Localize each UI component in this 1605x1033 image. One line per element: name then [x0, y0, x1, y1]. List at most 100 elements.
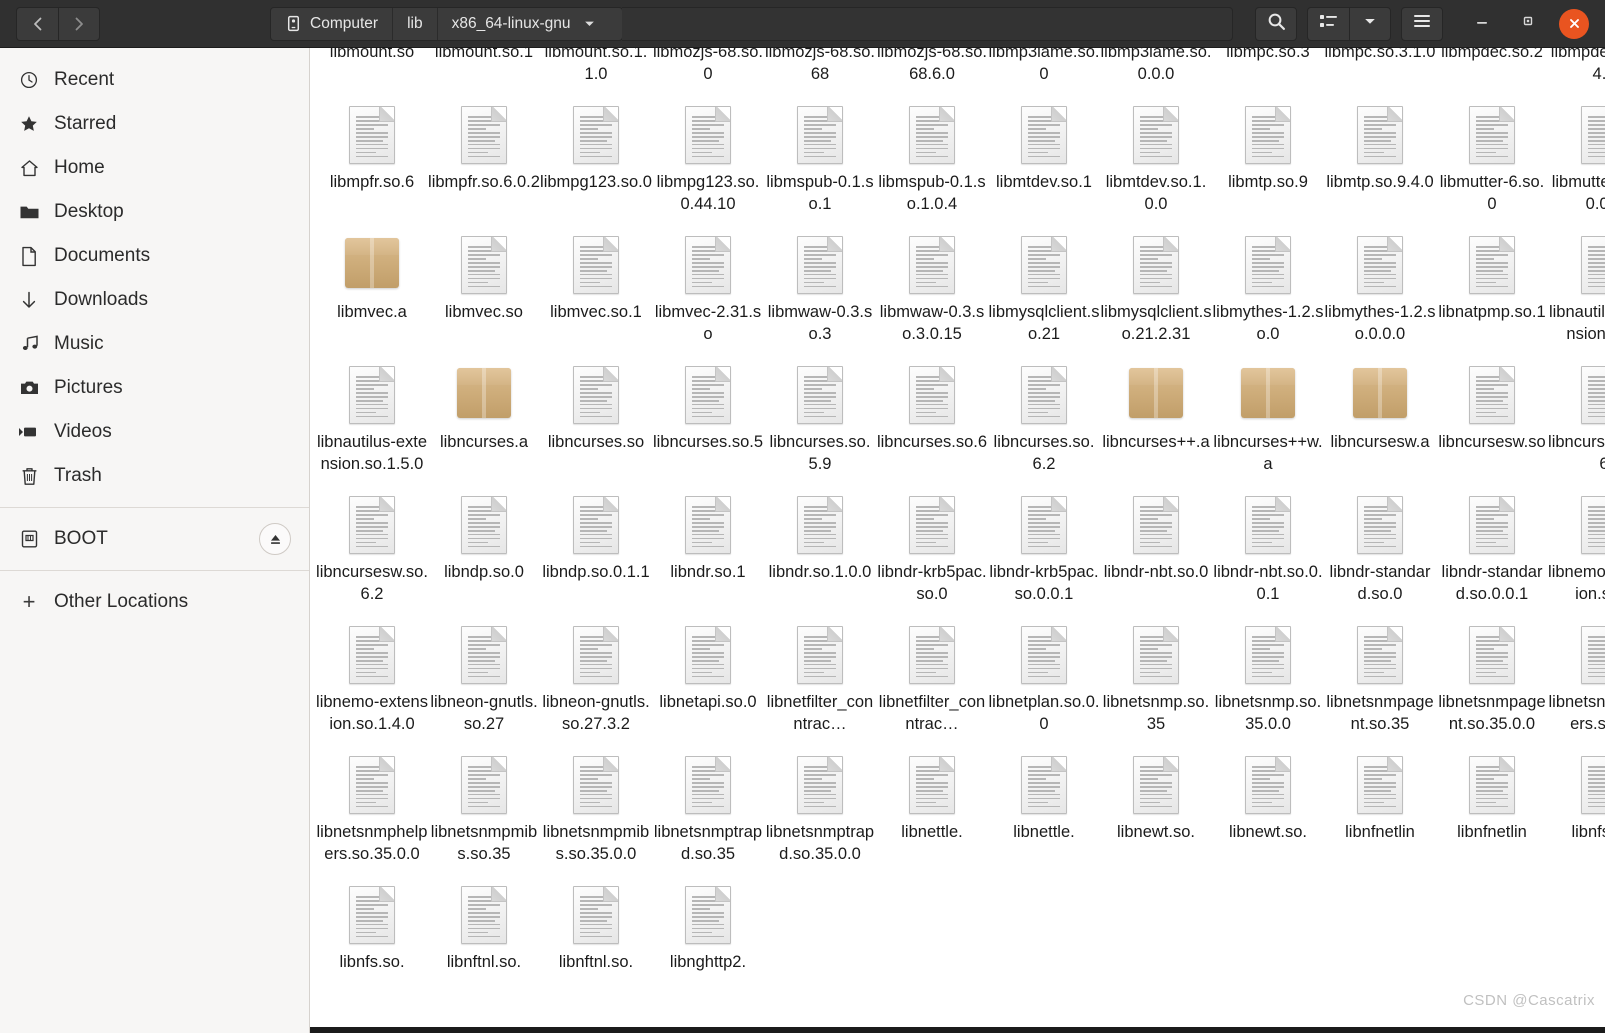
- file-item[interactable]: libndr.so.1.0.0: [764, 490, 876, 620]
- sidebar-item-videos[interactable]: Videos: [0, 410, 309, 454]
- sidebar-item-recent[interactable]: Recent: [0, 58, 309, 102]
- file-item[interactable]: libnetsnmptrapd.so.35: [652, 750, 764, 880]
- chevron-down-icon[interactable]: [578, 17, 608, 30]
- file-item[interactable]: libnetsnmptrapd.so.35.0.0: [764, 750, 876, 880]
- file-item[interactable]: libnfnetlin: [1436, 750, 1548, 880]
- sidebar-item-starred[interactable]: Starred: [0, 102, 309, 146]
- file-item[interactable]: libmount.so.1.1.0: [540, 48, 652, 100]
- file-item[interactable]: libneon-gnutls.so.27.3.2: [540, 620, 652, 750]
- file-item[interactable]: libncursesw.so: [1436, 360, 1548, 490]
- file-item[interactable]: libmvec.a: [316, 230, 428, 360]
- file-item[interactable]: libmozjs-68.so.0: [652, 48, 764, 100]
- sidebar-item-other-locations[interactable]: + Other Locations: [0, 580, 309, 624]
- file-item[interactable]: libncursesw.so.6.2: [316, 490, 428, 620]
- file-item[interactable]: libncurses++w.a: [1212, 360, 1324, 490]
- file-item[interactable]: libmpc.so.3.1.0: [1324, 48, 1436, 100]
- file-item[interactable]: libncurses.a: [428, 360, 540, 490]
- file-item[interactable]: libmtdev.so.1: [988, 100, 1100, 230]
- file-item[interactable]: libmvec-2.31.so: [652, 230, 764, 360]
- file-item[interactable]: libnftnl.so.: [540, 880, 652, 1010]
- close-button[interactable]: [1551, 4, 1597, 44]
- file-item[interactable]: libncurses++.a: [1100, 360, 1212, 490]
- search-button[interactable]: [1255, 6, 1297, 41]
- file-item[interactable]: libmpg123.so.0.44.10: [652, 100, 764, 230]
- file-item[interactable]: libmvec.so: [428, 230, 540, 360]
- file-item[interactable]: libmvec.so.1: [540, 230, 652, 360]
- file-item[interactable]: libndr-nbt.so.0.0.1: [1212, 490, 1324, 620]
- file-item[interactable]: libnemo-extension.so.1.4.0: [316, 620, 428, 750]
- file-item[interactable]: libmpdec.so.2: [1436, 48, 1548, 100]
- maximize-button[interactable]: [1505, 4, 1551, 44]
- view-options-dropdown-button[interactable]: [1349, 6, 1391, 41]
- file-item[interactable]: libneon-gnutls.so.27: [428, 620, 540, 750]
- file-item[interactable]: libmozjs-68.so.68.6.0: [876, 48, 988, 100]
- file-item[interactable]: libndr-standard.so.0: [1324, 490, 1436, 620]
- minimize-button[interactable]: [1459, 4, 1505, 44]
- file-item[interactable]: libnetsnmp.so.35: [1100, 620, 1212, 750]
- file-item[interactable]: libnghttp2.: [652, 880, 764, 1010]
- file-item[interactable]: libncursesw.a: [1324, 360, 1436, 490]
- file-item[interactable]: libmpdec.so.2.4.2: [1548, 48, 1605, 100]
- file-item[interactable]: libnetplan.so.0.0: [988, 620, 1100, 750]
- file-item[interactable]: libnetsnmpagent.so.35.0.0: [1436, 620, 1548, 750]
- file-item[interactable]: libmythes-1.2.so.0.0.0: [1324, 230, 1436, 360]
- sidebar-item-downloads[interactable]: Downloads: [0, 278, 309, 322]
- file-item[interactable]: libmpfr.so.6: [316, 100, 428, 230]
- file-item[interactable]: libmpc.so.3: [1212, 48, 1324, 100]
- file-item[interactable]: libmtdev.so.1.0.0: [1100, 100, 1212, 230]
- sidebar-item-pictures[interactable]: Pictures: [0, 366, 309, 410]
- file-item[interactable]: libmtp.so.9: [1212, 100, 1324, 230]
- file-item[interactable]: libmwaw-0.3.so.3: [764, 230, 876, 360]
- file-item[interactable]: libnettle.: [876, 750, 988, 880]
- file-item[interactable]: libnfnetlin: [1324, 750, 1436, 880]
- file-item[interactable]: libmutter-6.so.0.0.0: [1548, 100, 1605, 230]
- sidebar-item-documents[interactable]: Documents: [0, 234, 309, 278]
- file-item[interactable]: libnfs.so.: [1548, 750, 1605, 880]
- file-item[interactable]: libnetsnmpagent.so.35: [1324, 620, 1436, 750]
- file-item[interactable]: libmpg123.so.0: [540, 100, 652, 230]
- file-item[interactable]: libnetfilter_conntrac…: [876, 620, 988, 750]
- file-item[interactable]: libmutter-6.so.0: [1436, 100, 1548, 230]
- file-item[interactable]: libnetapi.so.0: [652, 620, 764, 750]
- file-item[interactable]: libndp.so.0: [428, 490, 540, 620]
- file-item[interactable]: libndr-krb5pac.so.0: [876, 490, 988, 620]
- file-item[interactable]: libmythes-1.2.so.0: [1212, 230, 1324, 360]
- file-item[interactable]: libmspub-0.1.so.1: [764, 100, 876, 230]
- file-item[interactable]: libnatpmp.so.1: [1436, 230, 1548, 360]
- file-item[interactable]: libndr-krb5pac.so.0.0.1: [988, 490, 1100, 620]
- sidebar-item-trash[interactable]: Trash: [0, 454, 309, 498]
- file-item[interactable]: libmozjs-68.so.68: [764, 48, 876, 100]
- view-list-button[interactable]: [1307, 6, 1349, 41]
- file-list-view[interactable]: libmount.so libmount.so.1 libmount.so.1.1.…: [310, 48, 1605, 1033]
- file-item[interactable]: libncurses.so.6.2: [988, 360, 1100, 490]
- file-item[interactable]: libnetsnmphelpers.so.35.0.0: [316, 750, 428, 880]
- file-item[interactable]: libmount.so: [316, 48, 428, 100]
- file-item[interactable]: libmysqlclient.so.21: [988, 230, 1100, 360]
- file-item[interactable]: libnautilus-extension.so.1: [1548, 230, 1605, 360]
- file-item[interactable]: libmpfr.so.6.0.2: [428, 100, 540, 230]
- file-item[interactable]: libmspub-0.1.so.1.0.4: [876, 100, 988, 230]
- breadcrumb-item-lib[interactable]: lib: [393, 7, 438, 40]
- file-item[interactable]: libnettle.: [988, 750, 1100, 880]
- file-item[interactable]: libnetsnmpmibs.so.35.0.0: [540, 750, 652, 880]
- file-item[interactable]: libncurses.so.5: [652, 360, 764, 490]
- file-item[interactable]: libnetsnmp.so.35.0.0: [1212, 620, 1324, 750]
- sidebar-item-desktop[interactable]: Desktop: [0, 190, 309, 234]
- main-menu-button[interactable]: [1401, 6, 1443, 41]
- file-item[interactable]: libmp3lame.so.0.0.0: [1100, 48, 1212, 100]
- file-item[interactable]: libnewt.so.: [1212, 750, 1324, 880]
- sidebar-item-boot[interactable]: BOOT: [0, 517, 309, 561]
- file-item[interactable]: libmysqlclient.so.21.2.31: [1100, 230, 1212, 360]
- file-item[interactable]: libncurses.so.6: [876, 360, 988, 490]
- file-item[interactable]: libnfs.so.: [316, 880, 428, 1010]
- file-item[interactable]: libnftnl.so.: [428, 880, 540, 1010]
- file-item[interactable]: libmount.so.1: [428, 48, 540, 100]
- breadcrumb-item-computer[interactable]: Computer: [271, 7, 394, 40]
- file-item[interactable]: libmp3lame.so.0: [988, 48, 1100, 100]
- sidebar-item-home[interactable]: Home: [0, 146, 309, 190]
- file-item[interactable]: libndp.so.0.1.1: [540, 490, 652, 620]
- file-item[interactable]: libnetsnmphelpers.so.35: [1548, 620, 1605, 750]
- file-item[interactable]: libndr-nbt.so.0: [1100, 490, 1212, 620]
- file-item[interactable]: libnetsnmpmibs.so.35: [428, 750, 540, 880]
- file-item[interactable]: libncursesw.so.6: [1548, 360, 1605, 490]
